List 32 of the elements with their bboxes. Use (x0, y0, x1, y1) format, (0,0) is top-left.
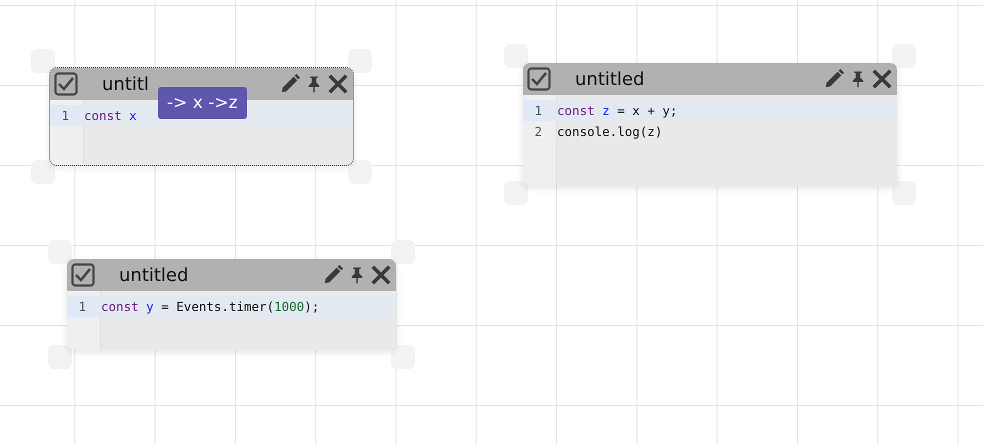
corner-handle[interactable] (391, 240, 415, 264)
line-number: 1 (523, 100, 549, 121)
pencil-icon[interactable] (322, 264, 344, 286)
line-number: 1 (67, 296, 93, 317)
code-line: const x (83, 108, 137, 123)
corner-handle[interactable] (48, 240, 72, 264)
checkbox[interactable] (527, 67, 551, 91)
tooltip: -> x ->z (158, 87, 247, 119)
corner-handle[interactable] (504, 181, 528, 205)
corner-handle[interactable] (892, 44, 916, 68)
checkbox[interactable] (71, 263, 95, 287)
corner-handle[interactable] (892, 181, 916, 205)
line-number: 2 (533, 124, 543, 139)
code-line: const y = Events.timer(1000); (100, 299, 320, 314)
corner-handle[interactable] (31, 49, 55, 73)
corner-handle[interactable] (48, 345, 72, 369)
code-line: const z = x + y; (556, 103, 678, 118)
pencil-icon[interactable] (279, 73, 301, 95)
corner-handle[interactable] (348, 49, 372, 73)
code-node[interactable]: untitled 1 const z = x + y; 2 console.log(z) (523, 63, 897, 186)
corner-handle[interactable] (504, 44, 528, 68)
pencil-icon[interactable] (823, 68, 845, 90)
corner-handle[interactable] (31, 160, 55, 184)
line-number: 1 (50, 105, 76, 126)
code-node[interactable]: untitled 1 const y = Events.timer(1000); (67, 259, 396, 350)
corner-handle[interactable] (348, 160, 372, 184)
close-icon[interactable] (327, 73, 349, 95)
corner-handle[interactable] (391, 345, 415, 369)
code-line: console.log(z) (556, 124, 662, 139)
checkbox[interactable] (54, 72, 78, 96)
close-icon[interactable] (370, 264, 392, 286)
close-icon[interactable] (871, 68, 893, 90)
